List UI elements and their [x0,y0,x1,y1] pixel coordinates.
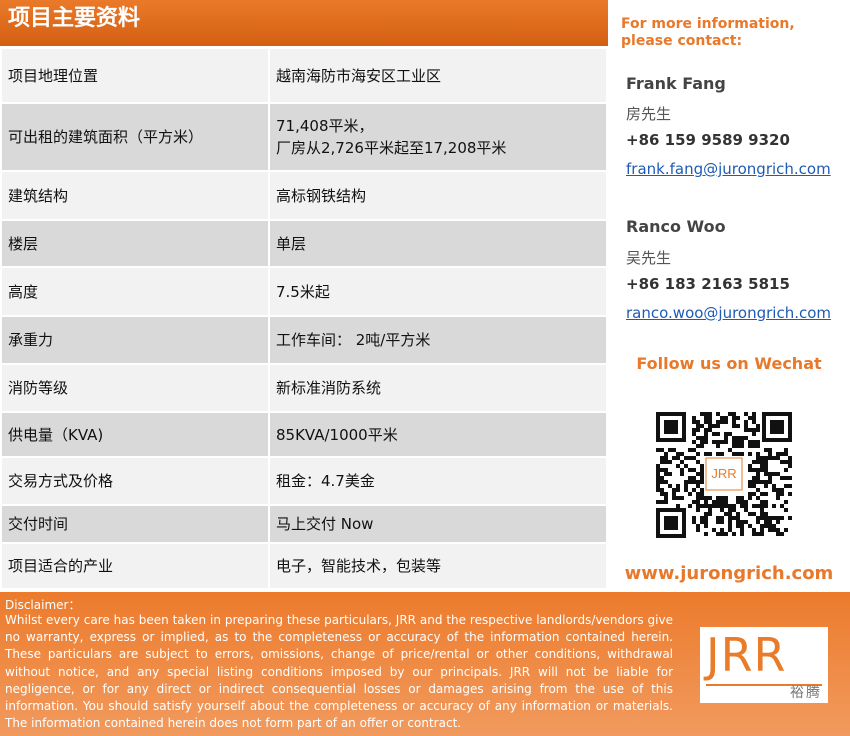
table-row: 楼层 单层 [0,219,608,268]
row-value: 租金：4.7美金 [268,456,608,506]
row-label: 承重力 [0,315,270,365]
disclaimer-text: Whilst every care has been taken in prep… [5,613,673,731]
row-label: 项目地理位置 [0,47,270,104]
row-value: 85KVA/1000平米 [268,411,608,458]
row-value: 工作车间： 2吨/平方米 [268,315,608,365]
logo-chinese-text: 裕腾 [790,685,822,701]
table-row: 高度 7.5米起 [0,266,608,317]
follow-wechat-text: Follow us on Wechat [636,354,822,373]
qr-center-logo: JRR [711,466,736,481]
contact-heading: For more information, please contact: [621,16,795,49]
jrr-logo: JRR 裕腾 [700,627,828,703]
contact-sidebar: For more information, please contact: Fr… [608,0,850,592]
contact-email-link[interactable]: frank.fang@jurongrich.com [626,160,831,178]
table-row: 承重力 工作车间： 2吨/平方米 [0,315,608,365]
table-row: 项目地理位置 越南海防市海安区工业区 [0,47,608,104]
contact-phone: +86 159 9589 9320 [626,131,790,149]
contact-chinese-name: 吴先生 [626,249,672,267]
row-value: 马上交付 Now [268,504,608,544]
contact-phone: +86 183 2163 5815 [626,275,790,293]
table-row: 供电量（KVA) 85KVA/1000平米 [0,411,608,458]
table-row: 建筑结构 高标钢铁结构 [0,170,608,221]
row-value: 71,408平米， 厂房从2,726平米起至17,208平米 [268,102,608,172]
row-value: 单层 [268,219,608,268]
row-label: 供电量（KVA) [0,411,270,458]
logo-text: JRR [706,628,787,682]
row-label: 交易方式及价格 [0,456,270,506]
contact-name: Ranco Woo [626,217,726,236]
project-info-table: 项目地理位置 越南海防市海安区工业区 可出租的建筑面积（平方米） 71,408平… [0,47,608,590]
table-row: 消防等级 新标准消防系统 [0,363,608,413]
row-value: 7.5米起 [268,266,608,317]
row-label: 交付时间 [0,504,270,544]
row-label: 高度 [0,266,270,317]
contact-name: Frank Fang [626,74,726,93]
row-value: 高标钢铁结构 [268,170,608,221]
table-row: 交易方式及价格 租金：4.7美金 [0,456,608,506]
row-value: 越南海防市海安区工业区 [268,47,608,104]
row-value: 新标准消防系统 [268,363,608,413]
row-label: 项目适合的产业 [0,542,270,590]
table-row: 交付时间 马上交付 Now [0,504,608,544]
row-value: 电子，智能技术，包装等 [268,542,608,590]
page-title: 项目主要资料 [8,6,141,31]
page-header: 项目主要资料 [0,0,608,46]
disclaimer-title: Disclaimer： [5,598,81,612]
table-row: 可出租的建筑面积（平方米） 71,408平米， 厂房从2,726平米起至17,2… [0,102,608,172]
qr-finder-top-left [656,412,686,442]
wechat-qr-code: JRR [654,410,794,540]
row-label: 消防等级 [0,363,270,413]
row-label: 可出租的建筑面积（平方米） [0,102,270,172]
contact-chinese-name: 房先生 [626,105,672,123]
website-link[interactable]: www.jurongrich.com [608,563,850,584]
row-label: 建筑结构 [0,170,270,221]
qr-finder-bottom-left [656,508,686,538]
row-label: 楼层 [0,219,270,268]
qr-finder-top-right [762,412,792,442]
table-row: 项目适合的产业 电子，智能技术，包装等 [0,542,608,590]
contact-email-link[interactable]: ranco.woo@jurongrich.com [626,304,831,322]
